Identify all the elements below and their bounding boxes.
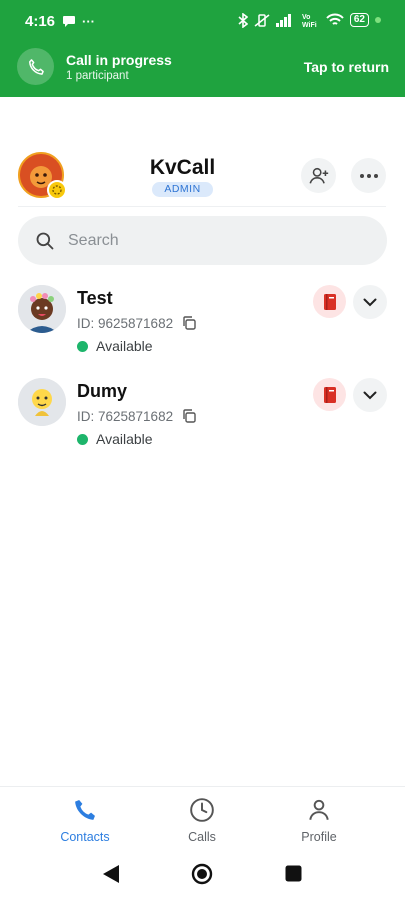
battery-indicator: 62 bbox=[349, 13, 369, 27]
header-divider bbox=[18, 206, 386, 207]
search-input[interactable] bbox=[68, 231, 348, 250]
search-icon bbox=[36, 232, 54, 249]
tap-to-return-button[interactable]: Tap to return bbox=[304, 59, 389, 75]
contact-book-button[interactable] bbox=[313, 285, 346, 318]
more-horizontal-icon bbox=[359, 173, 378, 178]
call-participants-count: 1 participant bbox=[66, 70, 129, 82]
copy-icon[interactable] bbox=[181, 315, 197, 331]
contact-status: Available bbox=[77, 431, 153, 447]
available-dot bbox=[77, 433, 88, 445]
contact-id: ID: 7625871682 bbox=[77, 408, 197, 424]
bluetooth-icon bbox=[238, 12, 248, 28]
copy-icon[interactable] bbox=[181, 408, 197, 424]
contact-status: Available bbox=[77, 338, 153, 354]
phone-icon bbox=[75, 800, 95, 820]
tab-calls[interactable]: Calls bbox=[152, 797, 252, 844]
vibrate-off-icon bbox=[254, 13, 270, 27]
contact-name: Dumy bbox=[77, 381, 128, 401]
system-nav-bar bbox=[0, 850, 405, 900]
contact-id-text: ID: 7625871682 bbox=[77, 408, 174, 424]
book-icon bbox=[323, 386, 336, 403]
contact-id: ID: 9625871682 bbox=[77, 315, 197, 331]
add-contact-button[interactable] bbox=[301, 158, 336, 193]
tab-contacts-label: Contacts bbox=[60, 830, 110, 844]
expand-contact-button[interactable] bbox=[353, 378, 387, 412]
privacy-dot bbox=[375, 17, 381, 23]
book-icon bbox=[323, 293, 336, 310]
chat-notification-icon bbox=[63, 16, 75, 27]
contact-row[interactable]: Test ID: 9625871682 Available bbox=[0, 285, 405, 375]
role-badge: ADMIN bbox=[152, 182, 213, 197]
tab-profile-label: Profile bbox=[301, 830, 337, 844]
signal-icon bbox=[275, 14, 291, 27]
contact-status-text: Available bbox=[96, 431, 153, 447]
tab-contacts[interactable]: Contacts bbox=[35, 797, 135, 844]
contact-name: Test bbox=[77, 288, 113, 308]
contact-id-text: ID: 9625871682 bbox=[77, 315, 174, 331]
person-icon bbox=[309, 799, 329, 820]
tab-profile[interactable]: Profile bbox=[269, 797, 369, 844]
tab-calls-label: Calls bbox=[188, 830, 216, 844]
status-badge bbox=[47, 180, 67, 200]
contact-avatar[interactable] bbox=[18, 285, 66, 333]
home-icon[interactable] bbox=[191, 863, 213, 885]
back-icon[interactable] bbox=[102, 864, 120, 884]
phone-icon bbox=[17, 48, 54, 85]
clock-icon bbox=[190, 798, 214, 822]
chevron-down-icon bbox=[363, 391, 377, 399]
svg-text:WiFi: WiFi bbox=[302, 22, 317, 28]
contact-book-button[interactable] bbox=[313, 378, 346, 411]
call-status-title: Call in progress bbox=[66, 52, 172, 68]
call-banner[interactable]: 4:16 ··· Vo WiFi 62 Call in progress 1 pa… bbox=[0, 0, 405, 97]
contact-row[interactable]: Dumy ID: 7625871682 Available bbox=[0, 378, 405, 468]
contact-avatar[interactable] bbox=[18, 378, 66, 426]
svg-text:Vo: Vo bbox=[302, 14, 310, 21]
expand-contact-button[interactable] bbox=[353, 285, 387, 319]
status-time: 4:16 bbox=[25, 13, 56, 30]
call-in-progress-bar[interactable]: Call in progress 1 participant Tap to re… bbox=[0, 42, 405, 97]
contact-status-text: Available bbox=[96, 338, 153, 354]
search-bar[interactable] bbox=[18, 216, 387, 265]
vowifi-icon: VoWiFi bbox=[302, 14, 317, 28]
recents-icon[interactable] bbox=[285, 865, 302, 882]
status-bar: 4:16 ··· Vo WiFi 62 bbox=[0, 0, 405, 42]
more-notifications-indicator: ··· bbox=[82, 14, 95, 29]
wifi-icon bbox=[326, 13, 344, 25]
available-dot bbox=[77, 340, 88, 352]
add-user-icon bbox=[309, 167, 328, 184]
more-options-button[interactable] bbox=[351, 158, 386, 193]
bottom-nav: Contacts Calls Profile bbox=[0, 786, 405, 850]
chevron-down-icon bbox=[363, 298, 377, 306]
app-header: KvCall ADMIN bbox=[0, 148, 405, 208]
